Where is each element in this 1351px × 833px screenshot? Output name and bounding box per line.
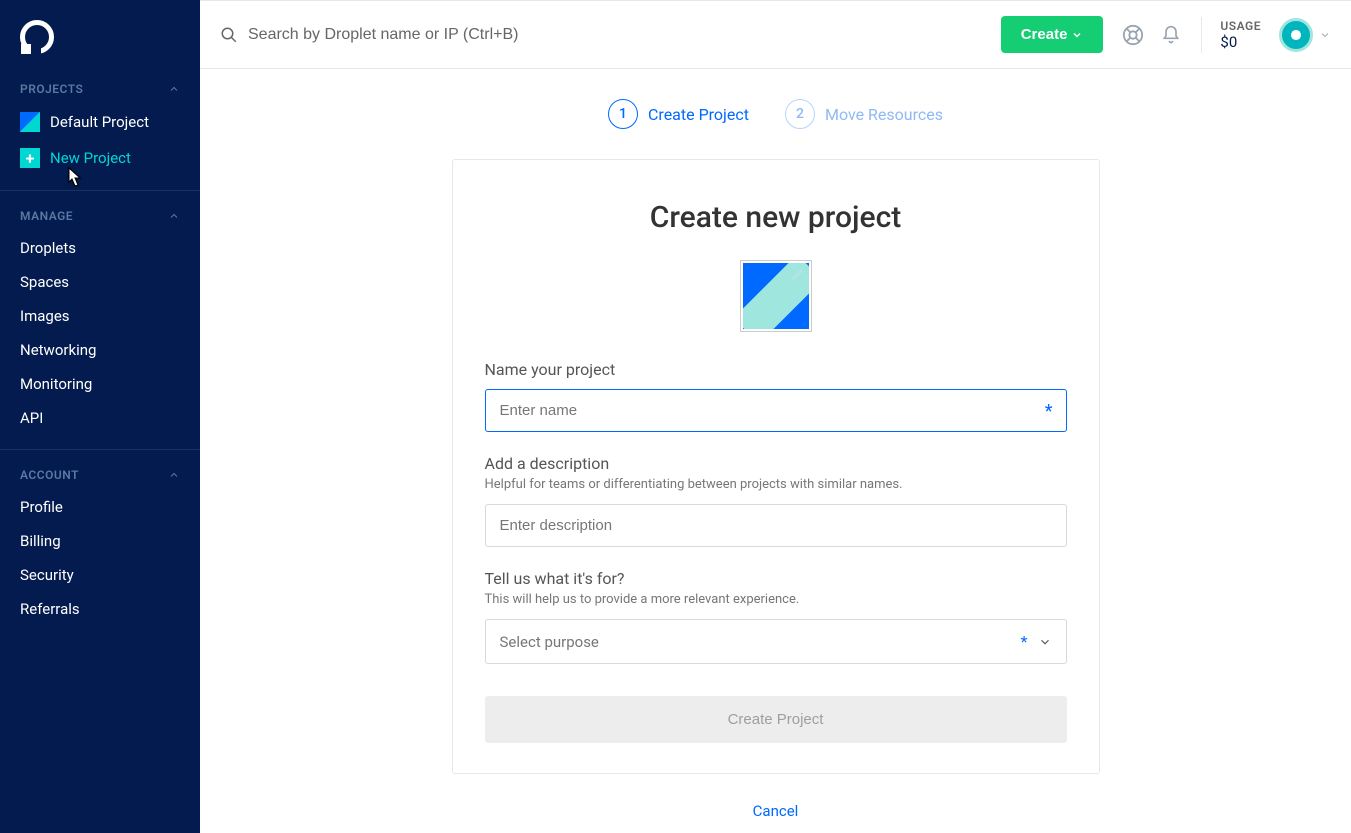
sidebar-section-account[interactable]: ACCOUNT (0, 450, 200, 490)
nav-label: Monitoring (20, 375, 92, 393)
create-button[interactable]: Create (1001, 16, 1104, 53)
divider (1201, 17, 1202, 53)
create-project-submit-button[interactable]: Create Project (485, 696, 1067, 743)
pencil-icon (791, 267, 805, 281)
sidebar-item-billing[interactable]: Billing (0, 524, 200, 558)
account-header-label: ACCOUNT (20, 468, 79, 482)
search-wrap (220, 26, 1001, 44)
chevron-up-icon (168, 83, 180, 95)
chevron-down-icon (1038, 635, 1052, 649)
step-label: Create Project (648, 105, 749, 124)
plus-icon: + (20, 148, 40, 168)
logo[interactable] (0, 0, 200, 64)
step-create-project[interactable]: 1 Create Project (608, 99, 749, 129)
help-icon[interactable] (1121, 23, 1145, 47)
default-project-label: Default Project (50, 113, 149, 131)
nav-label: Droplets (20, 239, 76, 257)
sidebar: PROJECTS Default Project + New Project M… (0, 0, 200, 833)
required-indicator: * (1045, 401, 1053, 422)
project-description-input[interactable] (485, 504, 1067, 547)
sidebar-item-images[interactable]: Images (0, 299, 200, 333)
project-icon (20, 112, 40, 132)
step-number: 2 (785, 99, 815, 129)
sidebar-item-security[interactable]: Security (0, 558, 200, 592)
usage-amount: $0 (1220, 33, 1261, 51)
avatar[interactable] (1279, 18, 1313, 52)
sidebar-item-default-project[interactable]: Default Project (0, 104, 200, 140)
project-purpose-select[interactable]: Select purpose * (485, 619, 1067, 664)
topbar: Create USAGE $0 (200, 1, 1351, 69)
chevron-down-icon (1071, 29, 1083, 41)
wizard-steps: 1 Create Project 2 Move Resources (608, 99, 943, 129)
create-button-label: Create (1021, 26, 1068, 43)
search-icon (220, 26, 238, 44)
projects-header-label: PROJECTS (20, 82, 83, 96)
nav-label: API (20, 409, 43, 427)
sidebar-item-new-project[interactable]: + New Project (0, 140, 200, 176)
chevron-up-icon (168, 469, 180, 481)
bell-icon[interactable] (1159, 23, 1183, 47)
required-indicator: * (1021, 632, 1028, 651)
content: 1 Create Project 2 Move Resources Create… (200, 69, 1351, 833)
nav-label: Referrals (20, 600, 80, 618)
cancel-link[interactable]: Cancel (753, 802, 799, 820)
usage-label: USAGE (1220, 19, 1261, 33)
desc-field-help: Helpful for teams or differentiating bet… (485, 477, 1067, 492)
nav-label: Networking (20, 341, 96, 359)
chevron-up-icon (168, 210, 180, 222)
purpose-field-label: Tell us what it's for? (485, 569, 1067, 588)
sidebar-item-profile[interactable]: Profile (0, 490, 200, 524)
create-project-card: Create new project Name your project * A… (452, 159, 1100, 774)
step-move-resources[interactable]: 2 Move Resources (785, 99, 943, 129)
desc-field-label: Add a description (485, 454, 1067, 473)
nav-label: Billing (20, 532, 61, 550)
chevron-down-icon[interactable] (1319, 29, 1331, 41)
nav-label: Spaces (20, 273, 69, 291)
cancel-label: Cancel (753, 802, 799, 820)
topbar-icons (1121, 23, 1183, 47)
manage-header-label: MANAGE (20, 209, 73, 223)
name-field-label: Name your project (485, 360, 1067, 379)
digitalocean-logo-icon (20, 20, 54, 54)
sidebar-item-referrals[interactable]: Referrals (0, 592, 200, 626)
nav-label: Profile (20, 498, 63, 516)
card-title: Create new project (485, 200, 1067, 235)
new-project-label: New Project (50, 149, 131, 167)
usage-display[interactable]: USAGE $0 (1220, 19, 1261, 51)
sidebar-section-projects[interactable]: PROJECTS (0, 64, 200, 104)
project-avatar (740, 260, 812, 332)
sidebar-item-droplets[interactable]: Droplets (0, 231, 200, 265)
sidebar-item-networking[interactable]: Networking (0, 333, 200, 367)
nav-label: Images (20, 307, 70, 325)
sidebar-item-api[interactable]: API (0, 401, 200, 435)
project-avatar-picker[interactable] (485, 260, 1067, 332)
project-name-input[interactable] (485, 389, 1067, 432)
select-placeholder: Select purpose (500, 633, 599, 651)
sidebar-item-spaces[interactable]: Spaces (0, 265, 200, 299)
step-number: 1 (608, 99, 638, 129)
submit-button-label: Create Project (728, 711, 824, 728)
step-label: Move Resources (825, 105, 943, 124)
main: Create USAGE $0 (200, 0, 1351, 833)
sidebar-item-monitoring[interactable]: Monitoring (0, 367, 200, 401)
search-input[interactable] (248, 26, 748, 44)
purpose-field-help: This will help us to provide a more rele… (485, 592, 1067, 607)
sidebar-section-manage[interactable]: MANAGE (0, 191, 200, 231)
nav-label: Security (20, 566, 74, 584)
